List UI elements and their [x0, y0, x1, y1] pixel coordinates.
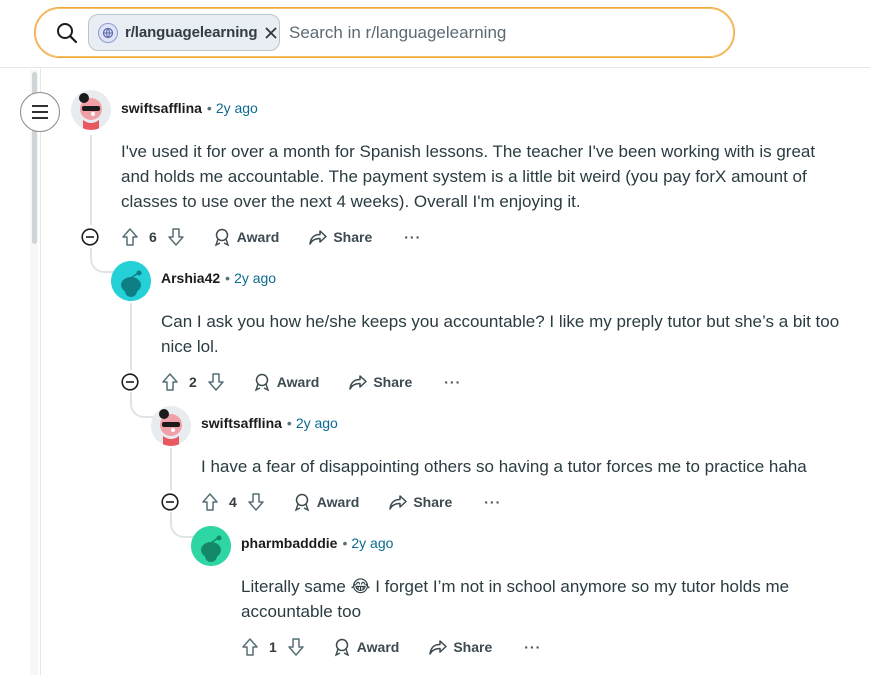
upvote-icon[interactable]: [240, 637, 260, 657]
more-options-button[interactable]: ···: [444, 374, 461, 390]
collapse-icon[interactable]: [161, 493, 179, 511]
upvote-icon[interactable]: [200, 492, 220, 512]
vote-score: 2: [189, 374, 197, 390]
share-label: Share: [413, 494, 453, 510]
share-icon: [389, 495, 408, 510]
laughing-emoji-icon: 😂: [350, 577, 371, 596]
more-options-button[interactable]: ···: [404, 229, 421, 245]
comment-author[interactable]: swiftsafflina: [121, 100, 202, 116]
comment-time[interactable]: 2y ago: [296, 415, 338, 431]
award-icon: [254, 373, 269, 392]
separator-dot: •: [342, 535, 348, 551]
separator-dot: •: [206, 100, 212, 116]
comment-meta: swiftsafflina • 2y ago: [121, 100, 258, 116]
upvote-icon[interactable]: [120, 227, 140, 247]
avatar[interactable]: [111, 261, 151, 301]
award-label: Award: [316, 494, 360, 510]
share-button[interactable]: Share: [348, 372, 412, 392]
avatar[interactable]: [151, 406, 191, 446]
comment-author[interactable]: pharmbadddie: [241, 535, 337, 551]
comment-author[interactable]: swiftsafflina: [201, 415, 282, 431]
search-bar[interactable]: r/languagelearning: [34, 7, 735, 58]
comment-meta: swiftsafflina • 2y ago: [201, 415, 338, 431]
collapse-thread-button[interactable]: [20, 92, 60, 132]
comment-time[interactable]: 2y ago: [351, 535, 393, 551]
share-icon: [349, 375, 368, 390]
downvote-icon[interactable]: [206, 372, 226, 392]
share-button[interactable]: Share: [428, 637, 492, 657]
comment-time[interactable]: 2y ago: [216, 100, 258, 116]
vote-score: 1: [269, 639, 277, 655]
search-input[interactable]: [289, 20, 709, 46]
comment-body: I have a fear of disappointing others so…: [201, 457, 807, 476]
award-button[interactable]: Award: [332, 637, 400, 657]
share-button[interactable]: Share: [388, 492, 452, 512]
thread-line: [90, 135, 92, 225]
comment-actions: 1 Award Share ···: [240, 633, 541, 661]
share-button[interactable]: Share: [308, 227, 372, 247]
award-button[interactable]: Award: [292, 492, 360, 512]
award-icon: [334, 638, 349, 657]
vote-group: 6: [120, 227, 186, 247]
thread-connector: [170, 512, 194, 538]
snoo-avatar-icon: [111, 261, 151, 301]
community-avatar-icon: [98, 22, 118, 43]
close-icon[interactable]: [264, 26, 278, 40]
comment-body: Literally same 😂 I forget I’m not in sch…: [241, 574, 841, 624]
snoo-avatar-icon: [151, 406, 191, 446]
menu-icon: [32, 105, 48, 119]
award-label: Award: [276, 374, 320, 390]
more-options-button[interactable]: ···: [524, 639, 541, 655]
award-label: Award: [236, 229, 280, 245]
snoo-avatar-icon: [71, 90, 111, 130]
downvote-icon[interactable]: [166, 227, 186, 247]
award-icon: [294, 493, 309, 512]
collapse-icon[interactable]: [121, 373, 139, 391]
comment-actions: 6 Award Share ···: [120, 223, 421, 251]
thread-connector: [90, 248, 114, 273]
comment-body: I've used it for over a month for Spanis…: [121, 142, 816, 211]
share-label: Share: [373, 374, 413, 390]
award-button[interactable]: Award: [212, 227, 280, 247]
collapse-icon[interactable]: [81, 228, 99, 246]
community-chip-label: r/languagelearning: [125, 24, 258, 41]
comment-meta: Arshia42 • 2y ago: [161, 270, 276, 286]
share-label: Share: [453, 639, 493, 655]
share-icon: [309, 230, 328, 245]
comment-actions: 4 Award Share ···: [200, 488, 501, 516]
comment-body-text: I forget I’m not in school anymore so my…: [375, 577, 790, 596]
share-icon: [429, 640, 448, 655]
top-bar: r/languagelearning: [0, 0, 870, 68]
separator-dot: •: [286, 415, 292, 431]
search-icon: [57, 23, 78, 44]
snoo-avatar-icon: [191, 526, 231, 566]
vote-score: 4: [229, 494, 237, 510]
community-chip[interactable]: r/languagelearning: [88, 14, 280, 51]
avatar[interactable]: [191, 526, 231, 566]
separator-dot: •: [225, 270, 231, 286]
award-label: Award: [356, 639, 400, 655]
vote-group: 1: [240, 637, 306, 657]
thread-line: [170, 448, 172, 490]
vote-group: 4: [200, 492, 266, 512]
share-label: Share: [333, 229, 373, 245]
comment-body: Can I ask you how he/she keeps you accou…: [161, 312, 840, 356]
more-options-button[interactable]: ···: [484, 494, 501, 510]
comment-author[interactable]: Arshia42: [161, 270, 220, 286]
comment-actions: 2 Award Share ···: [160, 368, 461, 396]
downvote-icon[interactable]: [246, 492, 266, 512]
vote-score: 6: [149, 229, 157, 245]
thread-connector: [130, 392, 154, 418]
vote-group: 2: [160, 372, 226, 392]
comment-body-text: accountable too: [241, 602, 362, 621]
thread-line: [130, 303, 132, 370]
downvote-icon[interactable]: [286, 637, 306, 657]
award-icon: [214, 228, 229, 247]
comment-time[interactable]: 2y ago: [234, 270, 276, 286]
comment-body-text: Literally same: [241, 577, 346, 596]
avatar[interactable]: [71, 90, 111, 130]
upvote-icon[interactable]: [160, 372, 180, 392]
award-button[interactable]: Award: [252, 372, 320, 392]
comment-meta: pharmbadddie • 2y ago: [241, 535, 393, 551]
